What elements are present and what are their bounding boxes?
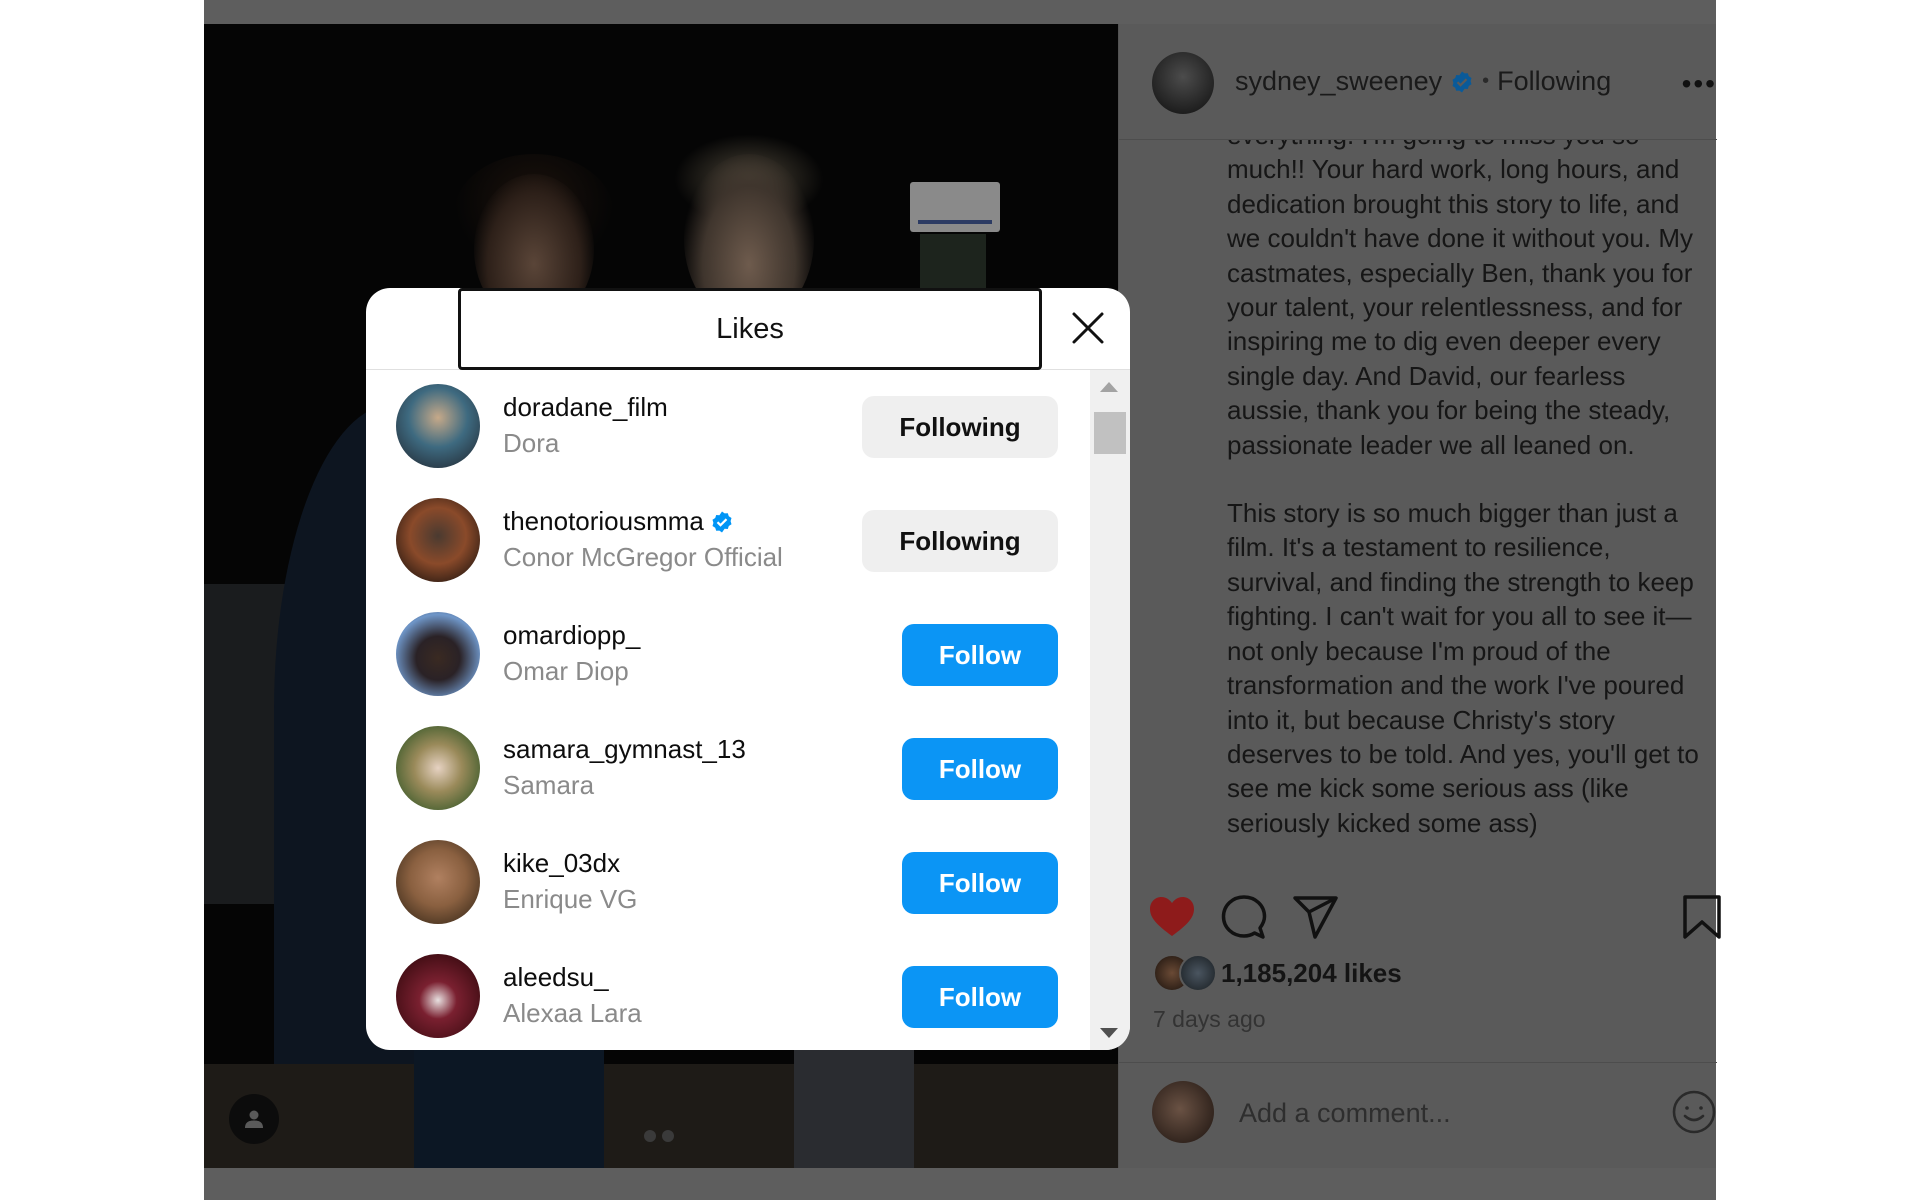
list-item: aleedsu_ Alexaa Lara Follow	[366, 954, 1090, 1050]
photo-detail	[204, 1064, 1118, 1168]
carousel-dot[interactable]	[662, 1130, 674, 1142]
username-text[interactable]: doradane_film	[503, 392, 668, 423]
scrollbar-thumb[interactable]	[1094, 412, 1126, 454]
user-avatar[interactable]	[396, 840, 480, 924]
dimmed-top-bar	[204, 0, 1716, 24]
smiley-icon[interactable]	[1671, 1089, 1717, 1135]
likes-list-scrollbar[interactable]	[1090, 370, 1130, 1050]
username-text[interactable]: aleedsu_	[503, 962, 609, 993]
post-timestamp: 7 days ago	[1153, 1006, 1266, 1032]
user-avatar[interactable]	[396, 384, 480, 468]
comment-input[interactable]	[1239, 1091, 1639, 1135]
username-link[interactable]: aleedsu_	[503, 962, 609, 993]
carousel-dots	[644, 1130, 674, 1142]
close-icon[interactable]	[1066, 306, 1110, 350]
full-name: Enrique VG	[503, 884, 638, 914]
scroll-up-arrow[interactable]	[1100, 382, 1118, 392]
list-item: kike_03dx Enrique VG Follow	[366, 840, 1090, 955]
author-info: sydney_sweeney • Following	[1235, 66, 1611, 97]
liker-avatar	[1179, 954, 1217, 992]
likes-summary: 1,185,204 likes	[1153, 954, 1402, 992]
author-avatar[interactable]	[1152, 52, 1214, 114]
username-link[interactable]: doradane_film	[503, 392, 668, 423]
list-item: samara_gymnast_13 Samara Follow	[366, 726, 1090, 841]
photo-detail	[910, 182, 1000, 232]
current-user-avatar	[1152, 1081, 1214, 1143]
follow-button[interactable]: Follow	[902, 966, 1058, 1028]
post-actions	[1119, 892, 1721, 962]
author-username[interactable]: sydney_sweeney	[1235, 66, 1442, 97]
follow-button[interactable]: Follow	[902, 624, 1058, 686]
dimmed-bottom-bar	[204, 1168, 1716, 1200]
likes-count-link[interactable]: 1,185,204 likes	[1221, 958, 1402, 989]
user-avatar[interactable]	[396, 498, 480, 582]
username-link[interactable]: thenotoriousmma	[503, 506, 734, 537]
post-caption: everything. I'm going to miss you so muc…	[1227, 140, 1707, 880]
follow-button[interactable]: Follow	[902, 738, 1058, 800]
full-name: Omar Diop	[503, 656, 629, 686]
post-details-panel: sydney_sweeney • Following ••• everythin…	[1118, 24, 1721, 1168]
comment-box	[1119, 1062, 1717, 1168]
username-link[interactable]: omardiopp_	[503, 620, 640, 651]
follow-button[interactable]: Follow	[902, 852, 1058, 914]
separator-dot: •	[1482, 70, 1490, 92]
following-button[interactable]: Following	[862, 396, 1058, 458]
more-options-button[interactable]: •••	[1682, 68, 1717, 100]
bookmark-icon[interactable]	[1677, 892, 1727, 942]
likes-modal: Likes doradane_film Dora Following theno…	[366, 288, 1130, 1050]
username-link[interactable]: kike_03dx	[503, 848, 620, 879]
full-name: Dora	[503, 428, 560, 458]
caption-paragraph: everything. I'm going to miss you so muc…	[1227, 140, 1694, 460]
username-text[interactable]: thenotoriousmma	[503, 506, 704, 537]
carousel-dot[interactable]	[644, 1130, 656, 1142]
user-tag-button[interactable]	[229, 1094, 279, 1144]
scroll-down-arrow[interactable]	[1100, 1028, 1118, 1038]
user-avatar[interactable]	[396, 954, 480, 1038]
comment-icon[interactable]	[1219, 892, 1269, 942]
verified-badge-icon	[1452, 71, 1472, 92]
verified-badge-icon	[712, 511, 732, 532]
full-name: Alexaa Lara	[503, 998, 642, 1028]
list-item: omardiopp_ Omar Diop Follow	[366, 612, 1090, 727]
post-header: sydney_sweeney • Following •••	[1119, 24, 1717, 140]
send-icon[interactable]	[1291, 892, 1341, 942]
username-text[interactable]: kike_03dx	[503, 848, 620, 879]
user-tag-icon	[245, 1110, 263, 1128]
user-avatar[interactable]	[396, 726, 480, 810]
list-item: thenotoriousmma Conor McGregor Official …	[366, 498, 1090, 613]
caption-paragraph: This story is so much bigger than just a…	[1227, 498, 1699, 838]
modal-title: Likes	[458, 288, 1042, 370]
modal-header: Likes	[366, 288, 1130, 370]
username-link[interactable]: samara_gymnast_13	[503, 734, 746, 765]
full-name: Samara	[503, 770, 595, 800]
likes-list: doradane_film Dora Following thenotoriou…	[366, 370, 1090, 1050]
heart-filled-icon[interactable]	[1147, 892, 1197, 942]
following-button[interactable]: Following	[862, 510, 1058, 572]
follow-status-button[interactable]: Following	[1497, 66, 1611, 97]
list-item: doradane_film Dora Following	[366, 384, 1090, 499]
username-text[interactable]: samara_gymnast_13	[503, 734, 746, 765]
full-name: Conor McGregor Official	[503, 542, 783, 572]
username-text[interactable]: omardiopp_	[503, 620, 640, 651]
user-avatar[interactable]	[396, 612, 480, 696]
